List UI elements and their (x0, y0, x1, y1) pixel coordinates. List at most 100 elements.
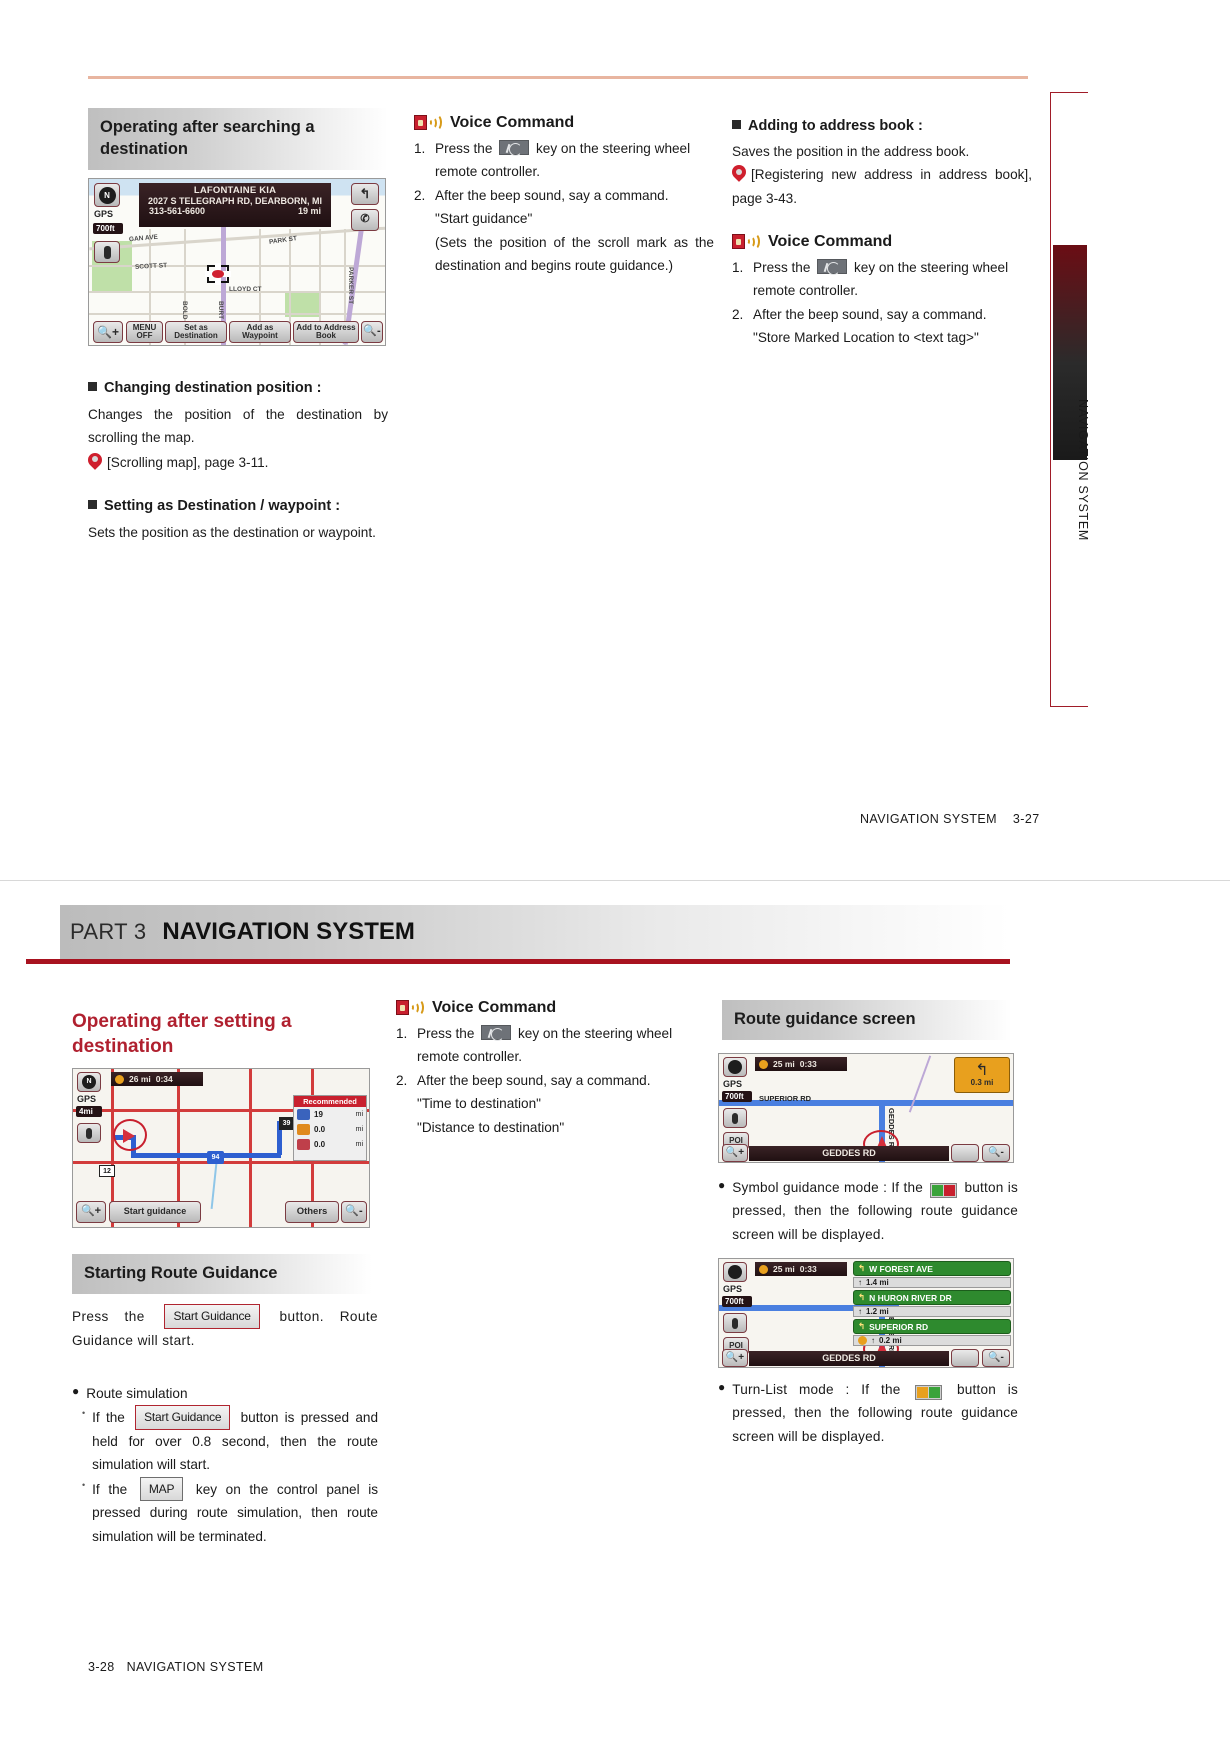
voice-quote-1: "Time to destination" (417, 1096, 541, 1112)
route-row: 0.0 mi (294, 1122, 366, 1137)
add-to-address-book-button[interactable]: Add to Address Book (293, 321, 359, 343)
street-line (89, 265, 385, 267)
road-line (249, 1069, 252, 1227)
add-as-waypoint-button[interactable]: Add as Waypoint (229, 321, 291, 343)
start-guidance-token[interactable]: Start Guidance (164, 1304, 260, 1329)
sub-bullet-dot-icon: • (82, 1479, 86, 1490)
turn-distance-row: ↑ 1.2 mi (853, 1306, 1011, 1317)
zoom-in-button[interactable]: 🔍+ (722, 1144, 748, 1162)
steering-wheel-voice-key-icon (499, 140, 530, 156)
voice-quote-1: "Start guidance" (435, 211, 533, 227)
part-header-bar: PART 3 NAVIGATION SYSTEM (60, 905, 1010, 959)
voice-step-1: 1. Press the key on the steering wheel (396, 1025, 673, 1041)
voice-volume-button[interactable] (723, 1108, 747, 1128)
menu-off-button[interactable]: MENU OFF (126, 321, 163, 343)
nav-screenshot-turn-list: GEDDES RD 25 mi 0:33 GPS 700ft POI ↰ W F… (718, 1258, 1014, 1368)
route-shield: 39 (279, 1117, 294, 1130)
route-line (131, 1153, 281, 1158)
nav-screenshot-symbol-guidance: SUPERIOR RD GEDDES RD 25 mi 0:33 GPS 700… (718, 1053, 1014, 1163)
route-summary-panel: Recommended 19 mi 0.0 mi 0.0 mi (293, 1095, 367, 1161)
section-heading-starting-route-guidance: Starting Route Guidance (72, 1254, 372, 1294)
start-guidance-token[interactable]: Start Guidance (135, 1405, 231, 1430)
turn-road-name: SUPERIOR RD (869, 1321, 929, 1332)
footer-label: NAVIGATION SYSTEM (860, 812, 997, 826)
steering-wheel-voice-key-icon (817, 259, 848, 275)
reference-pin-icon (732, 165, 747, 182)
set-as-destination-button[interactable]: Set as Destination (165, 321, 227, 343)
manual-page-3-27: NAVIGATION SYSTEM Operating after search… (0, 0, 1230, 880)
steering-wheel-voice-key-icon (481, 1025, 512, 1041)
voice-quote-2: "Distance to destination" (417, 1119, 565, 1135)
phone-call-button[interactable]: ✆ (351, 209, 379, 231)
straight-arrow-icon: ↑ (858, 1278, 862, 1287)
gps-status-label: GPS (94, 209, 114, 219)
sub-bullet-dot-icon: • (82, 1408, 86, 1419)
square-bullet-icon (732, 120, 741, 129)
view-mode-toggle-button[interactable] (951, 1144, 979, 1162)
route-status-bar: 26 mi 0:34 (111, 1072, 203, 1086)
compass-north-button[interactable] (723, 1262, 747, 1282)
footer-page-number: 3-28 (88, 1660, 115, 1674)
remaining-distance: 25 mi (773, 1264, 795, 1274)
compass-north-button[interactable] (723, 1057, 747, 1077)
route-type-icon (297, 1109, 310, 1120)
start-guidance-button[interactable]: Start guidance (109, 1201, 201, 1223)
bullet-dot-icon: ● (718, 1178, 726, 1192)
part-header-rule (26, 959, 1010, 964)
voice-step-1-cont: remote controller. (435, 164, 541, 180)
zoom-in-button[interactable]: 🔍+ (722, 1349, 748, 1367)
gps-status-label: GPS (77, 1094, 97, 1104)
part-title-label: NAVIGATION SYSTEM (162, 918, 415, 945)
street-line (89, 313, 385, 315)
section-heading-operating-after-setting: Operating after setting a destination (72, 1011, 292, 1058)
voice-speaker-icon (396, 998, 426, 1018)
destination-flag-icon (759, 1059, 768, 1069)
voice-step-1: 1. Press the key on the steering wheel (414, 140, 691, 156)
section-heading-operating-after-searching: Operating after searching a destination (88, 108, 388, 170)
straight-arrow-icon: ↑ (871, 1336, 875, 1345)
text-press-start-guidance: Press the Start Guidance button. Route G… (72, 1304, 378, 1352)
voice-step-2: 2. After the beep sound, say a command. (396, 1072, 651, 1088)
voice-quote-1: "Store Marked Location to <text tag>" (753, 330, 979, 346)
map-key-token[interactable]: MAP (139, 1476, 184, 1502)
turn-list-panel: ↰ W FOREST AVE ↑ 1.4 mi ↰ N HURON RIVER … (853, 1261, 1011, 1346)
voice-note-1: (Sets the position of the scroll mark as… (435, 234, 714, 273)
turn-distance: 1.2 mi (866, 1307, 889, 1316)
zoom-out-button[interactable]: 🔍- (361, 321, 383, 343)
scroll-mark-icon (205, 263, 231, 285)
zoom-in-button[interactable]: 🔍+ (93, 321, 123, 343)
road-label: PARKER ST (347, 267, 354, 305)
recommended-label: Recommended (294, 1096, 366, 1107)
footer-label: NAVIGATION SYSTEM (126, 1660, 264, 1674)
compass-north-button[interactable]: N (94, 183, 120, 207)
remaining-distance: 26 mi (129, 1074, 151, 1084)
others-button[interactable]: Others (285, 1201, 339, 1223)
side-tab-rule-bottom (1050, 706, 1088, 707)
zoom-in-button[interactable]: 🔍+ (76, 1201, 106, 1223)
turn-road-name: W FOREST AVE (869, 1263, 933, 1274)
back-button[interactable]: ↰ (351, 183, 379, 205)
route-unit: mi (355, 1111, 363, 1118)
route-row: 0.0 mi (294, 1137, 366, 1152)
voice-volume-button[interactable] (77, 1123, 101, 1143)
turn-left-arrow-icon: ↰ (975, 1061, 989, 1079)
bullet-sim-start: • If the Start Guidance button is presse… (72, 1405, 378, 1476)
heading-changing-destination-position: Changing destination position : (88, 378, 388, 399)
turn-arrow-icon: ↰ (858, 1321, 866, 1331)
voice-volume-button[interactable] (723, 1313, 747, 1333)
view-mode-toggle-button[interactable] (951, 1349, 979, 1367)
reference-pin-icon (88, 453, 103, 470)
zoom-out-button[interactable]: 🔍- (341, 1201, 367, 1223)
page-top-rule (88, 76, 1028, 79)
voice-volume-button[interactable] (94, 241, 120, 263)
bullet-symbol-guidance-mode: ● Symbol guidance mode : If the button i… (718, 1176, 1018, 1246)
straight-arrow-icon: ↑ (858, 1307, 862, 1316)
road-label: BURT (217, 301, 224, 320)
map-scale-indicator: 700ft (93, 223, 123, 234)
zoom-out-button[interactable]: 🔍- (982, 1349, 1010, 1367)
turn-list-item: ↰ W FOREST AVE (853, 1261, 1011, 1276)
turn-arrow-icon: ↰ (858, 1263, 866, 1273)
poi-address: 2027 S TELEGRAPH RD, DEARBORN, MI (147, 196, 323, 206)
zoom-out-button[interactable]: 🔍- (982, 1144, 1010, 1162)
compass-north-button[interactable]: N (77, 1072, 101, 1092)
